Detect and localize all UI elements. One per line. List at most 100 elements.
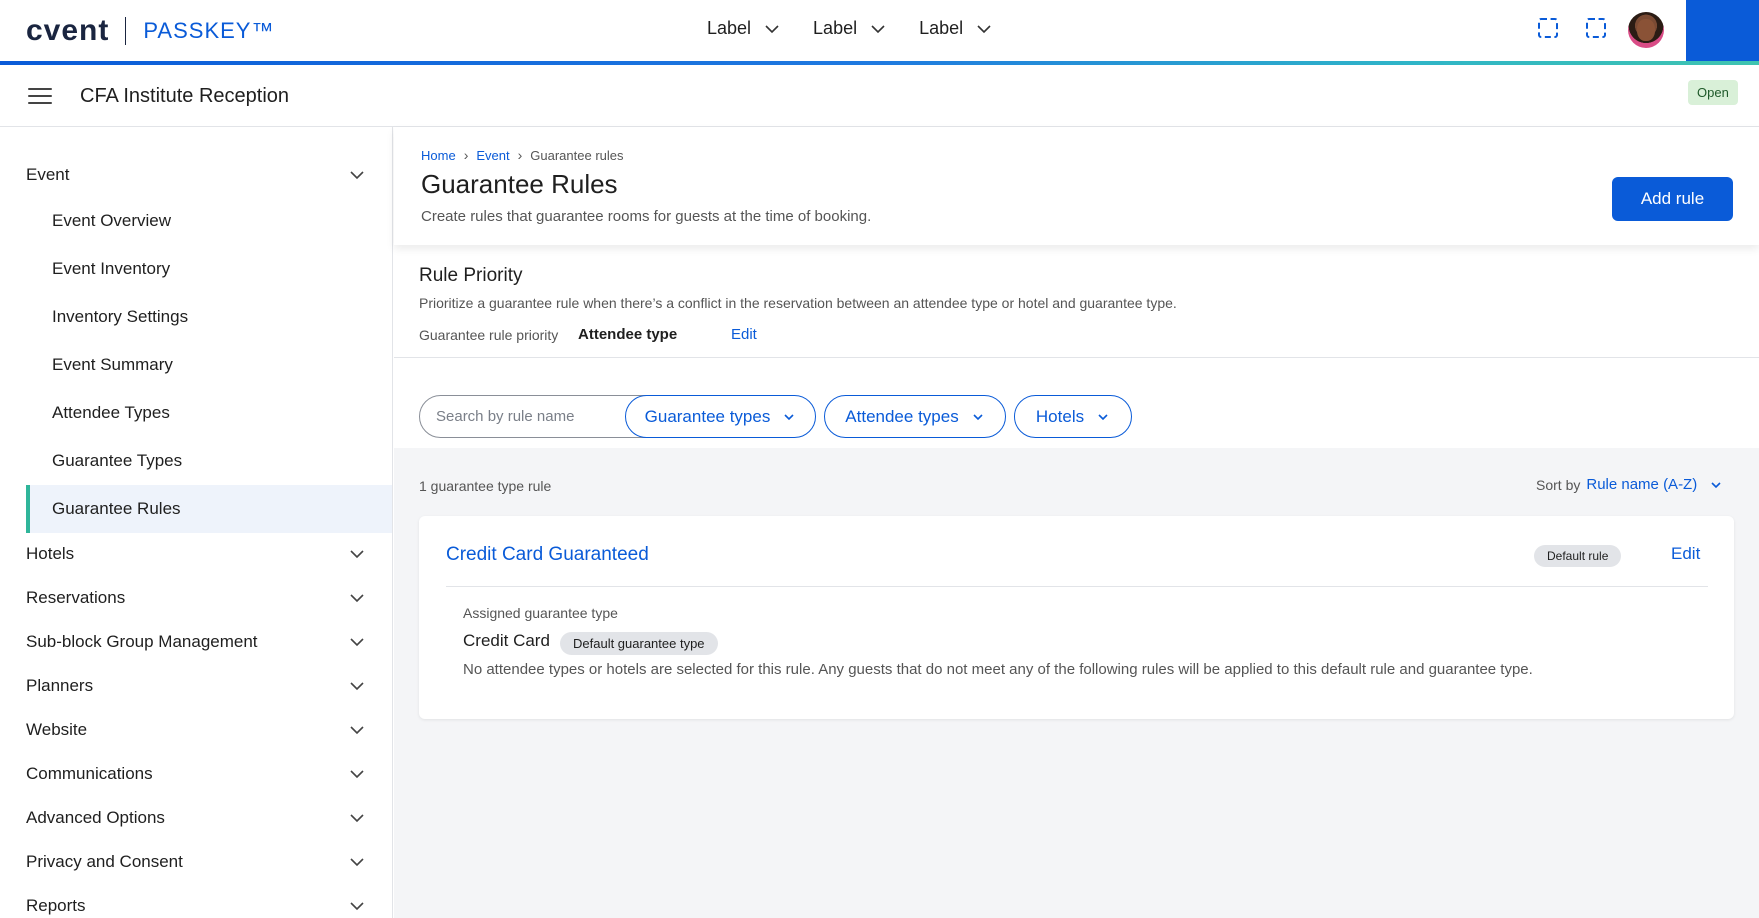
hotels-filter[interactable]: Hotels <box>1014 395 1132 438</box>
chevron-down-icon <box>973 413 983 420</box>
sidebar-item-event-summary[interactable]: Event Summary <box>26 341 392 389</box>
default-guarantee-badge: Default guarantee type <box>560 632 718 655</box>
sidebar-group-label: Reservations <box>26 588 126 607</box>
menu-icon[interactable] <box>28 88 52 104</box>
logo[interactable]: cvent PASSKEY™ <box>26 14 274 48</box>
placeholder-icon[interactable] <box>1586 18 1606 38</box>
top-accent-block <box>1686 0 1759 61</box>
rule-title-link[interactable]: Credit Card Guaranteed <box>446 544 649 566</box>
sidebar-group-website[interactable]: Website <box>26 715 366 745</box>
chevron-down-icon <box>350 726 364 735</box>
sidebar-group-label: Website <box>26 720 88 739</box>
top-bar: cvent PASSKEY™ Label Label Label <box>0 0 1759 65</box>
sidebar-item-attendee-types[interactable]: Attendee Types <box>26 389 392 437</box>
breadcrumb: Home › Event › Guarantee rules <box>421 147 624 163</box>
sidebar-group-hotels[interactable]: Hotels <box>26 539 366 569</box>
sidebar-group-label: Event <box>26 165 70 184</box>
sidebar-group-planners[interactable]: Planners <box>26 671 366 701</box>
section-description: Prioritize a guarantee rule when there’s… <box>419 295 1177 311</box>
sidebar-item-guarantee-types[interactable]: Guarantee Types <box>26 437 392 485</box>
sidebar-group-label: Hotels <box>26 544 75 563</box>
logo-divider <box>125 17 127 45</box>
chevron-down-icon <box>350 770 364 779</box>
avatar[interactable] <box>1628 12 1664 48</box>
sidebar-item-event-inventory[interactable]: Event Inventory <box>26 245 392 293</box>
chevron-down-icon <box>350 550 364 559</box>
chevron-down-icon <box>977 24 991 33</box>
filter-bar: Guarantee types Attendee types Hotels <box>394 358 1759 448</box>
page-title: Guarantee Rules <box>421 169 618 199</box>
priority-label: Guarantee rule priority <box>419 327 559 343</box>
search-input[interactable] <box>436 408 643 425</box>
sidebar-item-guarantee-rules[interactable]: Guarantee Rules <box>26 485 392 533</box>
sidebar-group-event[interactable]: Event <box>26 160 366 190</box>
top-nav-label: Label <box>707 18 752 38</box>
placeholder-icon[interactable] <box>1538 18 1558 38</box>
sidebar-group-label: Communications <box>26 764 153 783</box>
avatar-face <box>1637 19 1655 41</box>
chevron-right-icon: › <box>463 147 469 163</box>
event-header: CFA Institute Reception Open <box>0 65 1759 127</box>
sidebar-group-sub-block[interactable]: Sub-block Group Management <box>26 627 366 657</box>
priority-value: Attendee type <box>578 326 678 343</box>
chevron-down-icon <box>350 858 364 867</box>
sidebar: Event Event Overview Event Inventory Inv… <box>0 127 393 918</box>
chevron-up-icon <box>350 171 364 180</box>
chevron-down-icon <box>350 814 364 823</box>
chevron-down-icon <box>784 413 794 420</box>
sidebar-group-advanced-options[interactable]: Advanced Options <box>26 803 366 833</box>
default-rule-badge: Default rule <box>1534 545 1622 567</box>
filter-label: Attendee types <box>845 406 959 426</box>
event-title: CFA Institute Reception <box>80 85 290 107</box>
edit-priority-link[interactable]: Edit <box>731 326 757 343</box>
result-count: 1 guarantee type rule <box>419 478 552 494</box>
top-nav: Label Label Label <box>703 18 997 39</box>
sidebar-group-label: Sub-block Group Management <box>26 632 258 651</box>
breadcrumb-current: Guarantee rules <box>530 147 624 163</box>
sidebar-group-label: Reports <box>26 896 86 915</box>
chevron-down-icon <box>350 594 364 603</box>
breadcrumb-home[interactable]: Home <box>421 148 456 163</box>
chevron-down-icon <box>1098 413 1108 420</box>
edit-rule-link[interactable]: Edit <box>1671 544 1700 564</box>
rule-card: Credit Card Guaranteed Default rule Edit… <box>419 516 1734 719</box>
top-nav-item-1[interactable]: Label <box>703 18 785 39</box>
guarantee-types-filter[interactable]: Guarantee types <box>625 395 816 438</box>
chevron-down-icon <box>350 902 364 911</box>
chevron-down-icon <box>765 24 779 33</box>
sidebar-group-reservations[interactable]: Reservations <box>26 583 366 613</box>
brand-logo: cvent <box>26 14 110 47</box>
chevron-down-icon <box>871 24 885 33</box>
sidebar-group-privacy[interactable]: Privacy and Consent <box>26 847 366 877</box>
rule-description: No attendee types or hotels are selected… <box>463 661 1533 678</box>
rule-priority-section: Rule Priority Prioritize a guarantee rul… <box>394 245 1759 358</box>
top-actions <box>1538 18 1606 38</box>
sidebar-group-label: Advanced Options <box>26 808 165 827</box>
breadcrumb-event[interactable]: Event <box>476 148 509 163</box>
chevron-down-icon <box>350 638 364 647</box>
top-nav-label: Label <box>813 18 858 38</box>
top-nav-item-2[interactable]: Label <box>809 18 891 39</box>
chevron-down-icon <box>350 682 364 691</box>
sidebar-item-event-overview[interactable]: Event Overview <box>26 197 392 245</box>
top-nav-item-3[interactable]: Label <box>915 18 997 39</box>
status-badge: Open <box>1688 80 1738 105</box>
chevron-down-icon <box>1711 481 1721 488</box>
sort-control[interactable]: Sort by Rule name (A-Z) <box>1536 476 1723 493</box>
chevron-right-icon: › <box>517 147 523 163</box>
sidebar-group-label: Planners <box>26 676 94 695</box>
sidebar-item-inventory-settings[interactable]: Inventory Settings <box>26 293 392 341</box>
add-rule-button[interactable]: Add rule <box>1612 177 1733 221</box>
top-nav-label: Label <box>919 18 964 38</box>
sidebar-group-communications[interactable]: Communications <box>26 759 366 789</box>
sidebar-group-label: Privacy and Consent <box>26 852 183 871</box>
attendee-types-filter[interactable]: Attendee types <box>824 395 1006 438</box>
page-subtitle: Create rules that guarantee rooms for gu… <box>421 208 872 225</box>
product-name: PASSKEY™ <box>143 18 275 43</box>
sidebar-group-reports[interactable]: Reports <box>26 891 366 918</box>
assigned-guarantee-label: Assigned guarantee type <box>463 605 618 621</box>
assigned-guarantee-value: Credit Card <box>463 631 550 650</box>
main-content: Home › Event › Guarantee rules Guarantee… <box>394 127 1759 918</box>
filter-label: Hotels <box>1035 406 1085 426</box>
sort-value[interactable]: Rule name (A-Z) <box>1586 476 1697 493</box>
